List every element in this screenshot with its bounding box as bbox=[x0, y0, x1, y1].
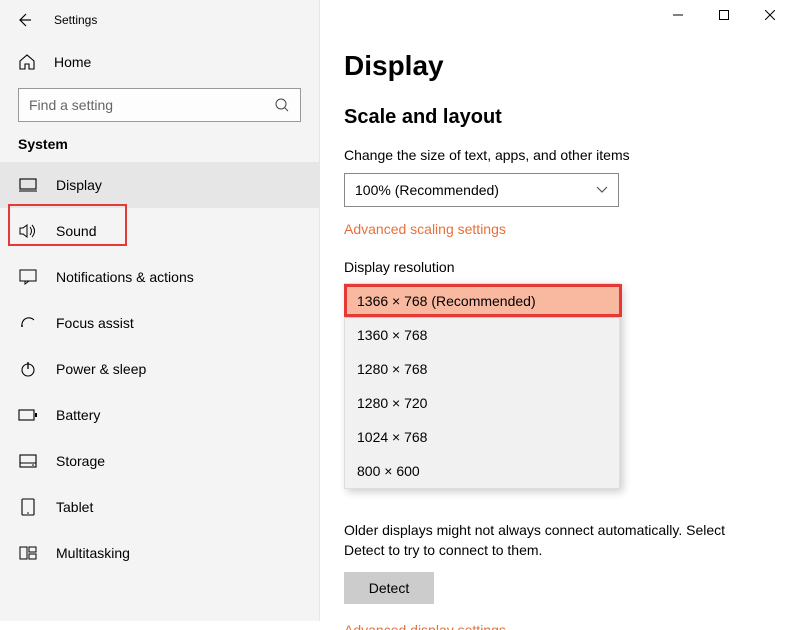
resolution-option[interactable]: 1280 × 768 bbox=[345, 352, 619, 386]
notifications-icon bbox=[18, 269, 38, 285]
advanced-scaling-link[interactable]: Advanced scaling settings bbox=[344, 221, 769, 237]
sidebar-item-display[interactable]: Display bbox=[0, 162, 319, 208]
sidebar-item-notifications[interactable]: Notifications & actions bbox=[0, 254, 319, 300]
chevron-down-icon bbox=[596, 186, 608, 194]
section-scale-layout: Scale and layout bbox=[344, 106, 769, 129]
sidebar-item-label: Storage bbox=[56, 453, 105, 469]
nav-home-label: Home bbox=[54, 54, 91, 70]
sidebar-item-storage[interactable]: Storage bbox=[0, 438, 319, 484]
tablet-icon bbox=[18, 498, 38, 516]
sidebar-item-label: Focus assist bbox=[56, 315, 134, 331]
settings-sidebar: Settings Home System Display bbox=[0, 0, 320, 621]
section-header-system: System bbox=[0, 136, 319, 162]
sidebar-item-tablet[interactable]: Tablet bbox=[0, 484, 319, 530]
resolution-option[interactable]: 1360 × 768 bbox=[345, 318, 619, 352]
resolution-option[interactable]: 1280 × 720 bbox=[345, 386, 619, 420]
detect-label: Detect bbox=[369, 580, 409, 596]
resolution-options-list: 1366 × 768 (Recommended) 1360 × 768 1280… bbox=[344, 283, 620, 489]
sidebar-item-power[interactable]: Power & sleep bbox=[0, 346, 319, 392]
advanced-display-link[interactable]: Advanced display settings bbox=[344, 622, 769, 630]
sidebar-item-label: Notifications & actions bbox=[56, 269, 194, 285]
search-icon bbox=[274, 97, 290, 113]
sidebar-item-multitasking[interactable]: Multitasking bbox=[0, 530, 319, 576]
scale-combo[interactable]: 100% (Recommended) bbox=[344, 173, 619, 207]
scale-label: Change the size of text, apps, and other… bbox=[344, 147, 769, 163]
battery-icon bbox=[18, 409, 38, 421]
home-icon bbox=[18, 53, 36, 71]
detect-button[interactable]: Detect bbox=[344, 572, 434, 604]
titlebar: Settings bbox=[0, 0, 319, 40]
resolution-dropdown[interactable]: 1366 × 768 (Recommended) 1360 × 768 1280… bbox=[344, 283, 769, 489]
sidebar-item-focus-assist[interactable]: Focus assist bbox=[0, 300, 319, 346]
display-icon bbox=[18, 178, 38, 192]
minimize-button[interactable] bbox=[655, 0, 701, 30]
sidebar-item-label: Battery bbox=[56, 407, 100, 423]
scale-value: 100% (Recommended) bbox=[355, 182, 499, 198]
sidebar-item-label: Multitasking bbox=[56, 545, 130, 561]
search-field[interactable] bbox=[29, 97, 274, 113]
nav-home[interactable]: Home bbox=[0, 40, 319, 84]
nav-list: Display Sound Notifications & actions Fo… bbox=[0, 162, 319, 576]
resolution-option[interactable]: 1366 × 768 (Recommended) bbox=[345, 284, 619, 318]
older-displays-text: Older displays might not always connect … bbox=[344, 521, 769, 560]
resolution-option[interactable]: 1024 × 768 bbox=[345, 420, 619, 454]
storage-icon bbox=[18, 454, 38, 468]
maximize-button[interactable] bbox=[701, 0, 747, 30]
sidebar-item-label: Sound bbox=[56, 223, 96, 239]
page-title: Display bbox=[344, 50, 769, 82]
multitasking-icon bbox=[18, 546, 38, 560]
sidebar-item-label: Tablet bbox=[56, 499, 93, 515]
sidebar-item-label: Power & sleep bbox=[56, 361, 146, 377]
back-icon[interactable] bbox=[16, 12, 36, 28]
resolution-label: Display resolution bbox=[344, 259, 769, 275]
main-content: Display Scale and layout Change the size… bbox=[320, 0, 793, 621]
sidebar-item-sound[interactable]: Sound bbox=[0, 208, 319, 254]
sound-icon bbox=[18, 223, 38, 239]
sidebar-item-battery[interactable]: Battery bbox=[0, 392, 319, 438]
window-controls bbox=[655, 0, 793, 30]
sidebar-item-label: Display bbox=[56, 177, 102, 193]
resolution-option[interactable]: 800 × 600 bbox=[345, 454, 619, 488]
window-title: Settings bbox=[54, 13, 97, 27]
focus-assist-icon bbox=[18, 314, 38, 332]
search-input[interactable] bbox=[18, 88, 301, 122]
power-icon bbox=[18, 361, 38, 377]
close-button[interactable] bbox=[747, 0, 793, 30]
